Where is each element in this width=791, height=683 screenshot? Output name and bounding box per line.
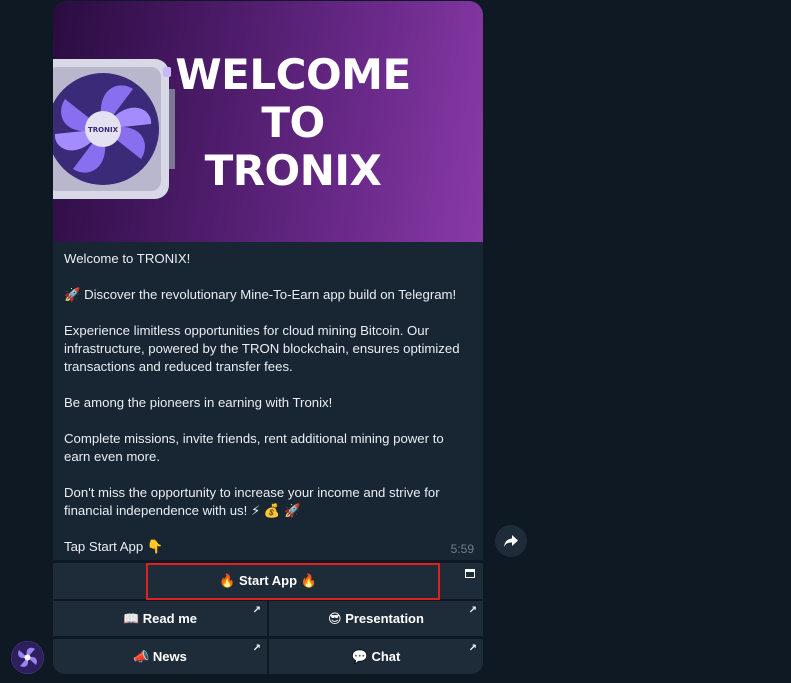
message-paragraph: Tap Start App 👇 (64, 539, 164, 554)
forward-icon (504, 535, 518, 547)
fan-label: TRONIX (88, 126, 119, 134)
message-paragraph: Be among the pioneers in earning with Tr… (64, 395, 333, 410)
welcome-banner-image: TRONIX WELCOME TO TRONIX (53, 1, 483, 242)
forward-button[interactable] (495, 525, 527, 557)
bot-message: TRONIX WELCOME TO TRONIX Welcome to TRON… (53, 1, 483, 560)
banner-title-line-3: TRONIX (204, 146, 382, 195)
chat-button[interactable]: 💬 Chat ↗ (269, 639, 483, 674)
webapp-icon (465, 569, 475, 578)
fan-avatar-icon (11, 641, 44, 674)
bot-avatar[interactable] (11, 641, 44, 674)
banner-title-line-2: TO (261, 98, 325, 147)
external-link-icon: ↗ (468, 643, 477, 654)
message-paragraph: Don't miss the opportunity to increase y… (64, 485, 440, 518)
presentation-label: 😎 Presentation (328, 610, 424, 626)
start-app-label: 🔥 Start App 🔥 (219, 573, 317, 588)
message-time: 5:59 (450, 542, 474, 556)
fan-illustration: TRONIX (53, 59, 175, 199)
news-label: 📣 News (133, 648, 187, 664)
external-link-icon: ↗ (468, 605, 477, 616)
read-me-button[interactable]: 📖 Read me ↗ (53, 601, 267, 636)
chat-label: 💬 Chat (351, 648, 401, 664)
banner-title-line-1: WELCOME (175, 50, 411, 99)
message-paragraph: Welcome to TRONIX! (64, 251, 191, 266)
external-link-icon: ↗ (252, 643, 261, 654)
read-me-label: 📖 Read me (123, 610, 197, 626)
message-paragraph: Experience limitless opportunities for c… (64, 323, 460, 374)
banner-title: WELCOME TO TRONIX (173, 51, 413, 195)
message-paragraph: 🚀 Discover the revolutionary Mine-To-Ear… (64, 287, 457, 302)
message-paragraph: Complete missions, invite friends, rent … (64, 431, 444, 464)
external-link-icon: ↗ (252, 605, 261, 616)
start-app-button[interactable]: 🔥 Start App 🔥 (53, 563, 483, 599)
message-text: Welcome to TRONIX! 🚀 Discover the revolu… (53, 242, 483, 556)
news-button[interactable]: 📣 News ↗ (53, 639, 267, 674)
presentation-button[interactable]: 😎 Presentation ↗ (269, 601, 483, 636)
